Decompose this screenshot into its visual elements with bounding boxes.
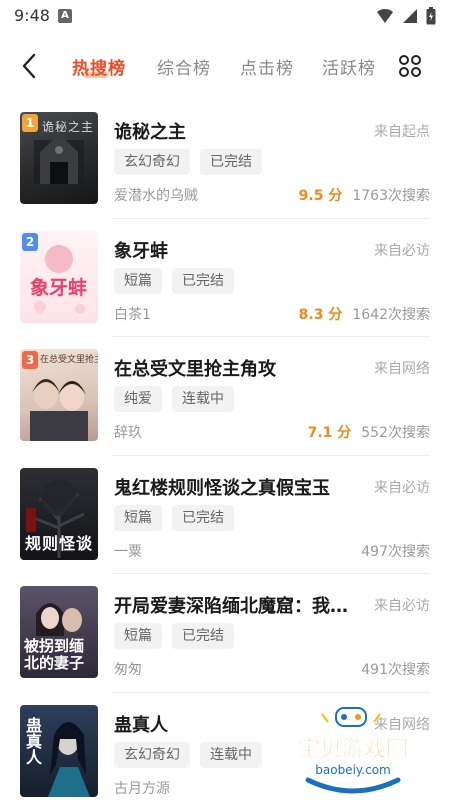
chevron-left-icon xyxy=(22,53,36,79)
book-source: 来自必访 xyxy=(374,598,430,614)
genre-tag: 纯爱 xyxy=(114,386,162,412)
book-cover: 蛊真人 xyxy=(20,704,98,797)
book-title: 在总受文里抢主角攻 xyxy=(114,359,276,380)
back-button[interactable] xyxy=(14,50,44,82)
category-grid-button[interactable] xyxy=(398,54,422,78)
cover-title: 规则怪谈 xyxy=(25,533,94,553)
book-title: 鬼红楼规则怪谈之真假宝玉 xyxy=(114,477,330,499)
book-stats: 491次搜索 xyxy=(361,659,430,679)
cover-title: 蛊真人 xyxy=(23,716,42,765)
list-item[interactable]: 规则怪谈 鬼红楼规则怪谈之真假宝玉 来自必访 短篇 已完结 一粟 497次搜索 xyxy=(0,456,450,574)
book-title: 象牙蚌 xyxy=(114,240,168,262)
status-icons xyxy=(376,7,436,25)
status-tag: 连载中 xyxy=(200,741,262,768)
grid-icon xyxy=(399,55,421,77)
book-title: 诡秘之主 xyxy=(114,122,186,143)
tab-hot-search[interactable]: 热搜榜 xyxy=(72,54,126,79)
top-navigation: 热搜榜 综合榜 点击榜 活跃榜 xyxy=(0,44,450,88)
rank-badge: 1 xyxy=(22,114,38,132)
cover-title: 象牙蚌 xyxy=(30,276,88,299)
book-tags: 短篇 已完结 xyxy=(114,623,234,649)
book-author: 古月方源 xyxy=(114,780,170,797)
book-stats: 7.1 分 552次搜索 xyxy=(308,422,430,442)
book-author: 辞玖 xyxy=(114,425,142,441)
book-source: 来自起点 xyxy=(374,124,430,140)
watermark-sub-text: baobeiy.com xyxy=(315,763,390,777)
battery-icon xyxy=(426,7,436,25)
list-item[interactable]: 被拐到缅北的妻子 开局爱妻深陷缅北魔窟：我… 来自必访 短篇 已完结 匆匆 49… xyxy=(0,574,450,693)
search-count: 552次搜索 xyxy=(361,425,430,441)
status-time: 9:48 xyxy=(14,6,50,25)
list-item[interactable]: 1 诡秘之主 诡秘之主 来自起点 玄幻奇幻 已完结 爱潜水的乌贼 9.5 分 1… xyxy=(0,100,450,219)
book-cover: 规则怪谈 xyxy=(20,467,98,560)
book-score: 9.5 分 xyxy=(298,188,343,204)
book-cover: 被拐到缅北的妻子 xyxy=(20,586,98,678)
book-cover: 2 象牙蚌 xyxy=(20,230,98,323)
rank-badge: 2 xyxy=(22,232,38,251)
cover-title: 诡秘之主 xyxy=(42,120,95,134)
book-author: 白茶1 xyxy=(114,306,151,323)
book-tags: 纯爱 连载中 xyxy=(114,386,234,412)
genre-tag: 玄幻奇幻 xyxy=(114,741,190,768)
site-watermark: 宝贝游戏网 baobeiy.com xyxy=(278,702,428,798)
book-cover: 1 诡秘之主 xyxy=(20,112,98,204)
status-bar: 9:48 A xyxy=(0,0,450,32)
ranking-list: 1 诡秘之主 诡秘之主 来自起点 玄幻奇幻 已完结 爱潜水的乌贼 9.5 分 1… xyxy=(0,100,450,800)
book-source: 来自必访 xyxy=(374,242,430,259)
watermark-logo: 宝贝游戏网 baobeiy.com xyxy=(298,707,408,794)
book-tags: 短篇 已完结 xyxy=(114,267,234,294)
signal-icon xyxy=(403,9,417,23)
book-tags: 玄幻奇幻 已完结 xyxy=(114,149,262,175)
app-notification-icon: A xyxy=(58,9,72,23)
genre-tag: 短篇 xyxy=(114,623,162,649)
book-title: 开局爱妻深陷缅北魔窟：我… xyxy=(114,596,348,617)
list-item[interactable]: 3 在总受文里抢主角攻 在总受文里抢主角攻 来自网络 纯爱 连载中 辞玖 7.1… xyxy=(0,337,450,456)
status-tag: 已完结 xyxy=(172,623,234,649)
book-stats: 9.5 分 1763次搜索 xyxy=(299,185,430,205)
book-cover: 3 在总受文里抢主角攻 xyxy=(20,349,98,441)
search-count: 1763次搜索 xyxy=(352,188,430,204)
book-tags: 玄幻奇幻 连载中 xyxy=(114,741,262,768)
tab-overall[interactable]: 综合榜 xyxy=(157,54,211,79)
watermark-main-text: 宝贝游戏网 xyxy=(298,736,408,762)
genre-tag: 玄幻奇幻 xyxy=(114,149,190,175)
book-author: 匆匆 xyxy=(114,662,142,678)
book-author: 一粟 xyxy=(114,543,142,560)
book-stats: 8.3 分 1642次搜索 xyxy=(299,304,430,324)
book-source: 来自必访 xyxy=(374,479,430,496)
book-source: 来自网络 xyxy=(374,361,430,377)
search-count: 1642次搜索 xyxy=(352,306,430,323)
book-author: 爱潜水的乌贼 xyxy=(114,188,198,204)
status-tag: 已完结 xyxy=(172,267,234,294)
list-item[interactable]: 2 象牙蚌 象牙蚌 来自必访 短篇 已完结 白茶1 8.3 分 1642次搜索 xyxy=(0,219,450,337)
cover-title: 被拐到缅北的妻子 xyxy=(24,637,85,672)
tab-clicks[interactable]: 点击榜 xyxy=(240,54,294,79)
status-tag: 连载中 xyxy=(172,386,234,412)
book-score: 8.3 分 xyxy=(298,306,343,323)
rank-badge: 3 xyxy=(22,351,38,369)
genre-tag: 短篇 xyxy=(114,504,162,531)
wifi-icon xyxy=(377,8,393,23)
status-tag: 已完结 xyxy=(172,504,234,531)
cover-title: 在总受文里抢主角攻 xyxy=(40,355,98,365)
search-count: 497次搜索 xyxy=(361,543,430,560)
book-tags: 短篇 已完结 xyxy=(114,504,234,531)
genre-tag: 短篇 xyxy=(114,267,162,294)
status-tag: 已完结 xyxy=(200,149,262,175)
book-score: 7.1 分 xyxy=(307,425,352,441)
search-count: 491次搜索 xyxy=(361,662,430,678)
tab-active[interactable]: 活跃榜 xyxy=(322,54,376,79)
book-stats: 497次搜索 xyxy=(361,541,430,561)
